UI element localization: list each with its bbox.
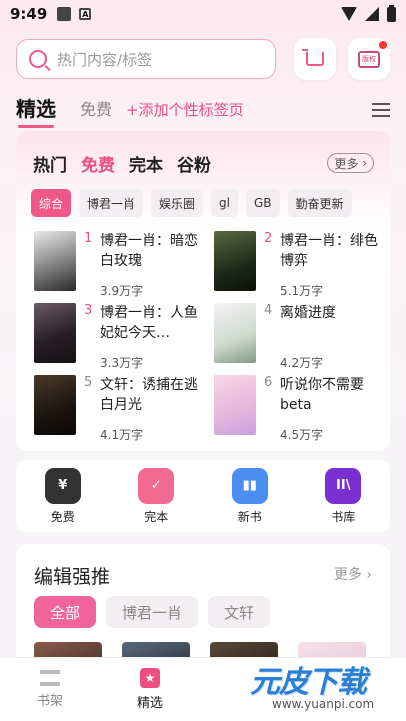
category-tab-fans[interactable]: 谷粉 [177,151,211,176]
tab-featured[interactable]: 精选 [16,93,56,128]
book-item[interactable]: 6 听说你不需要beta 4.5万字 [214,375,384,443]
editor-picks-title: 编辑强推 [34,566,111,588]
watermark-url: www.yuanpi.com [272,697,375,711]
nav-featured[interactable]: ★ 精选 [100,658,200,721]
ranking-card: 热门 免费 完本 谷粉 更多 › 综合 博君一肖 娱乐圈 gl GB 勤奋更新 … [16,131,390,451]
ranking-more-button[interactable]: 更多 › [327,153,374,173]
quick-entry-library[interactable]: II\ 书库 [325,467,362,525]
ranking-category-tabs: 热门 免费 完本 谷粉 [33,151,211,176]
add-tab-link[interactable]: +添加个性标签页 [126,99,244,120]
yen-icon: ¥ [44,467,81,504]
wifi-icon [341,7,357,21]
book-item[interactable]: 5 文轩：诱捕在逃白月光 4.1万字 [34,375,204,443]
editor-more-label: 更多 [333,567,362,583]
quick-entry-free[interactable]: ¥ 免费 [44,467,81,525]
book-item[interactable]: 1 博君一肖：暗恋白玫瑰 3.9万字 [34,231,204,299]
book-icon: ▮▮ [231,467,268,504]
filter-chip[interactable]: 勤奋更新 [287,189,352,217]
book-word-count: 4.5万字 [280,428,324,442]
top-tabs: 精选 免费 +添加个性标签页 [16,93,390,128]
search-input[interactable]: 热门内容/标签 [16,39,276,79]
library-icon: II\ [325,467,362,504]
search-row: 热门内容/标签 版权 [16,38,390,80]
book-rank: 5 [84,375,93,390]
watermark-text: 元皮下载 [250,665,367,700]
book-title: 文轩：诱捕在逃白月光 [100,377,198,413]
notification-icon [57,7,72,21]
quick-entry-label: 免费 [50,509,75,524]
filter-chip[interactable]: GB [246,189,280,217]
filter-chips: 综合 博君一肖 娱乐圈 gl GB 勤奋更新 [31,189,352,217]
watermark-logo: 元皮下载 www.yuanpi.com [250,657,400,719]
filter-chip[interactable]: 博君一肖 [79,189,144,217]
book-word-count: 3.3万字 [100,356,144,370]
book-title: 博君一肖：绯色博弈 [280,233,378,269]
chevron-right-icon: › [366,567,372,583]
book-title: 博君一肖：人鱼妃妃今天… [100,305,198,341]
filter-chip[interactable]: 综合 [31,189,72,217]
battery-icon [387,4,396,22]
status-time: 9:49 [10,5,48,23]
nav-bookshelf-label: 书架 [36,694,63,709]
category-tab-free[interactable]: 免费 [81,151,115,176]
ranking-more-label: 更多 [334,156,359,171]
book-title: 听说你不需要beta [280,377,364,413]
book-rank: 3 [84,303,93,318]
book-cover [214,303,256,363]
book-rank: 4 [264,303,273,318]
editor-chip[interactable]: 全部 [34,596,97,628]
check-icon: ✓ [138,467,175,504]
status-bar: 9:49 A [0,0,406,28]
book-rank: 1 [84,231,93,246]
gift-button[interactable]: 版权 [348,38,390,80]
editor-filter-chips: 全部 博君一肖 文轩 [34,596,271,628]
category-tab-hot[interactable]: 热门 [33,151,67,176]
book-rank: 6 [264,375,273,390]
quick-entry-new[interactable]: ▮▮ 新书 [231,467,268,525]
book-title: 离婚进度 [280,305,336,321]
cart-button[interactable] [294,38,336,80]
gift-bag-icon: 版权 [358,50,380,68]
book-item[interactable]: 4 离婚进度 4.2万字 [214,303,384,371]
chevron-right-icon: › [358,156,367,170]
editor-picks-more[interactable]: 更多 › [334,564,372,584]
book-cover [34,303,76,363]
book-cover [214,375,256,435]
quick-entry-card: ¥ 免费 ✓ 完本 ▮▮ 新书 II\ 书库 [16,460,390,532]
book-item[interactable]: 2 博君一肖：绯色博弈 5.1万字 [214,231,384,299]
tab-free[interactable]: 免费 [80,96,112,120]
book-word-count: 4.2万字 [280,356,324,370]
book-cover [214,231,256,291]
book-cover [34,231,76,291]
editor-chip[interactable]: 博君一肖 [106,596,199,628]
search-placeholder: 热门内容/标签 [57,50,153,69]
quick-entry-label: 新书 [237,509,262,524]
category-tab-finished[interactable]: 完本 [129,151,163,176]
quick-entry-label: 书库 [331,509,356,524]
book-title: 博君一肖：暗恋白玫瑰 [100,233,198,269]
cart-icon [302,49,324,66]
notification-dot [379,41,387,49]
menu-icon[interactable] [372,103,390,117]
book-item[interactable]: 3 博君一肖：人鱼妃妃今天… 3.3万字 [34,303,204,371]
bookshelf-icon [40,670,60,686]
star-icon: ★ [140,668,160,688]
editor-chip[interactable]: 文轩 [208,596,271,628]
signal-icon [365,7,379,21]
book-word-count: 5.1万字 [280,284,324,298]
quick-entry-label: 完本 [144,509,169,524]
filter-chip[interactable]: 娱乐圈 [151,189,204,217]
nav-bookshelf[interactable]: 书架 [0,658,100,721]
a-icon: A [79,8,92,20]
book-rank: 2 [264,231,273,246]
quick-entry-finished[interactable]: ✓ 完本 [138,467,175,525]
book-cover [34,375,76,435]
book-word-count: 3.9万字 [100,284,144,298]
book-word-count: 4.1万字 [100,428,144,442]
search-icon [29,50,47,68]
filter-chip[interactable]: gl [211,189,238,217]
nav-featured-label: 精选 [136,696,163,711]
